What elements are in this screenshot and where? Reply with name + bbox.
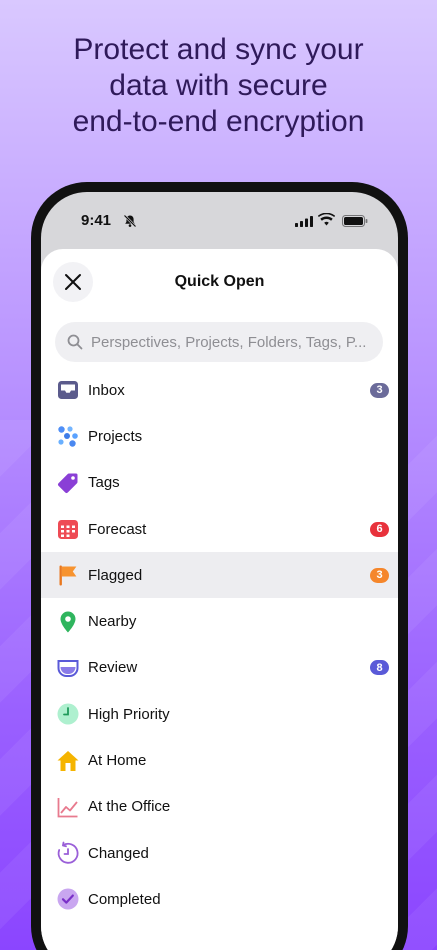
list-item-nearby[interactable]: Nearby bbox=[41, 598, 398, 644]
list-item-label: High Priority bbox=[88, 705, 170, 723]
quick-open-sheet: Quick Open Inbox 3 bbox=[41, 249, 398, 950]
list-item-label: At the Office bbox=[88, 798, 171, 816]
calendar-icon bbox=[56, 517, 80, 541]
list-item-label: At Home bbox=[88, 752, 147, 770]
review-cup-icon bbox=[56, 656, 80, 680]
list-item-projects[interactable]: Projects bbox=[41, 413, 398, 459]
list-item-at-home[interactable]: At Home bbox=[41, 737, 398, 783]
list-item-changed[interactable]: Changed bbox=[41, 830, 398, 876]
list-item-completed[interactable]: Completed bbox=[41, 876, 398, 922]
list-item-label: Nearby bbox=[88, 613, 137, 631]
list-item-label: Changed bbox=[88, 844, 149, 862]
history-icon bbox=[56, 841, 80, 865]
list-item-review[interactable]: Review 8 bbox=[41, 645, 398, 691]
inbox-icon bbox=[56, 378, 80, 402]
search-field[interactable] bbox=[55, 322, 383, 362]
list-item-label: Projects bbox=[88, 427, 143, 445]
tag-icon bbox=[56, 471, 80, 495]
list-item-flagged[interactable]: Flagged 3 bbox=[41, 552, 398, 599]
clock-icon bbox=[56, 702, 80, 726]
list-item-label: Inbox bbox=[88, 381, 125, 399]
status-time: 9:41 bbox=[81, 212, 112, 229]
list-item-label: Forecast bbox=[88, 520, 147, 538]
sheet-title: Quick Open bbox=[174, 273, 265, 290]
count-badge: 3 bbox=[370, 567, 389, 583]
list-item-high-priority[interactable]: High Priority bbox=[41, 691, 398, 737]
search-input[interactable] bbox=[91, 333, 381, 351]
list-item-label: Flagged bbox=[88, 566, 143, 584]
list-item-label: Review bbox=[88, 659, 138, 677]
house-icon bbox=[56, 749, 80, 773]
flag-icon bbox=[56, 563, 80, 587]
list-item-inbox[interactable]: Inbox 3 bbox=[41, 367, 398, 413]
checkmark-icon bbox=[56, 887, 80, 911]
status-bar: 9:41 bbox=[41, 192, 398, 250]
list-item-tags[interactable]: Tags bbox=[41, 460, 398, 506]
search-icon bbox=[67, 334, 83, 350]
silent-bell-icon bbox=[123, 214, 137, 228]
count-badge: 3 bbox=[370, 382, 389, 398]
count-badge: 6 bbox=[370, 521, 389, 537]
projects-icon bbox=[56, 424, 80, 448]
headline-line-2: data with secure bbox=[109, 69, 328, 102]
list-item-label: Completed bbox=[88, 890, 161, 908]
battery-icon bbox=[342, 215, 368, 227]
phone-screen: 9:41 Quick Open Perspectives, Projects, … bbox=[41, 192, 398, 950]
headline-line-1: Protect and sync your bbox=[73, 33, 364, 66]
list-item-at-the-office[interactable]: At the Office bbox=[41, 784, 398, 830]
list-item-forecast[interactable]: Forecast 6 bbox=[41, 506, 398, 552]
marketing-headline: Protect and sync your data with secure e… bbox=[0, 32, 437, 140]
list-item-label: Tags bbox=[88, 474, 120, 492]
cellular-signal-icon bbox=[295, 216, 313, 227]
location-pin-icon bbox=[56, 610, 80, 634]
count-badge: 8 bbox=[370, 660, 389, 676]
perspective-list: Inbox 3 Projects Tags Forecast 6 Flagged… bbox=[41, 367, 398, 923]
phone-frame: 9:41 Quick Open Perspectives, Projects, … bbox=[31, 182, 408, 950]
wifi-icon bbox=[318, 213, 335, 226]
headline-line-3: end-to-end encryption bbox=[72, 105, 365, 138]
chart-icon bbox=[56, 795, 80, 819]
